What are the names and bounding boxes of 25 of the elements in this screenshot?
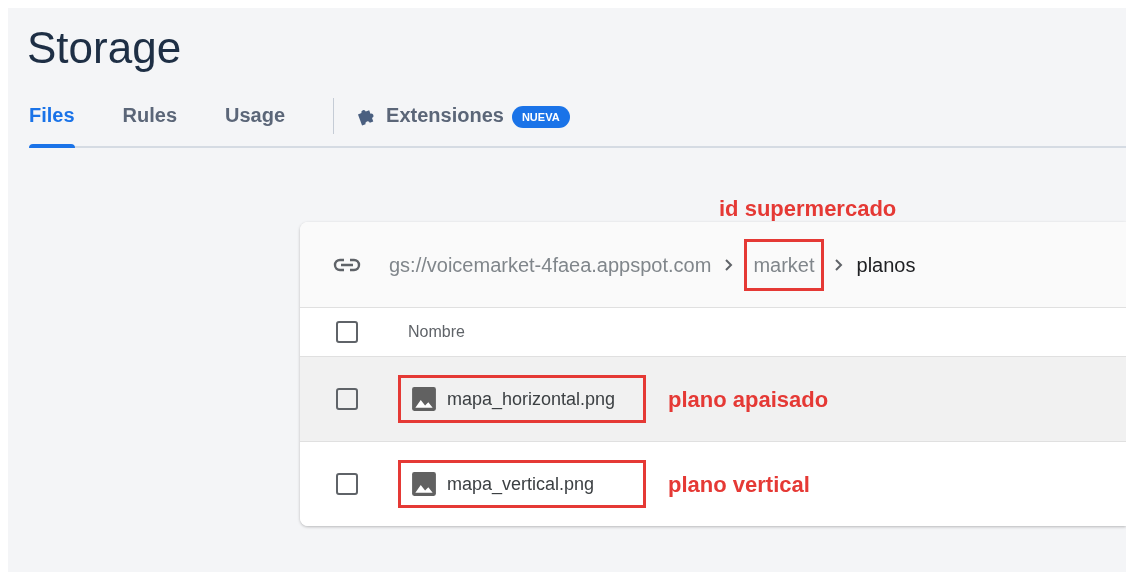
annotation-label: id supermercado xyxy=(719,194,897,223)
link-icon xyxy=(332,256,362,273)
tab[interactable]: Files xyxy=(29,100,75,146)
annotation-label: plano vertical xyxy=(668,470,810,499)
breadcrumb-link[interactable]: gs://voicemarket-4faea.appspot.com xyxy=(386,238,715,291)
page-title: Storage xyxy=(27,22,183,74)
file-name[interactable]: mapa_horizontal.png xyxy=(447,385,616,413)
image-file-icon xyxy=(411,386,437,412)
tab[interactable]: Extensiones xyxy=(356,100,504,146)
file-name[interactable]: mapa_vertical.png xyxy=(447,470,595,498)
new-badge: NUEVA xyxy=(511,105,570,128)
image-file-icon xyxy=(411,471,437,497)
checkbox[interactable] xyxy=(336,321,358,343)
column-header: Nombre xyxy=(408,322,465,342)
checkbox[interactable] xyxy=(336,388,358,410)
table-row[interactable]: mapa_vertical.png plano vertical xyxy=(300,442,1126,526)
chevron-right-icon xyxy=(833,257,844,272)
tab[interactable]: Usage xyxy=(225,100,286,146)
annotation-label: plano apaisado xyxy=(668,385,829,414)
table-row[interactable]: mapa_horizontal.png plano apaisado xyxy=(300,357,1126,442)
breadcrumb-link[interactable]: market xyxy=(744,238,824,291)
breadcrumb-link[interactable]: planos xyxy=(853,238,919,291)
chevron-right-icon xyxy=(724,257,735,272)
checkbox[interactable] xyxy=(336,473,358,495)
tab[interactable]: Rules xyxy=(122,100,178,146)
